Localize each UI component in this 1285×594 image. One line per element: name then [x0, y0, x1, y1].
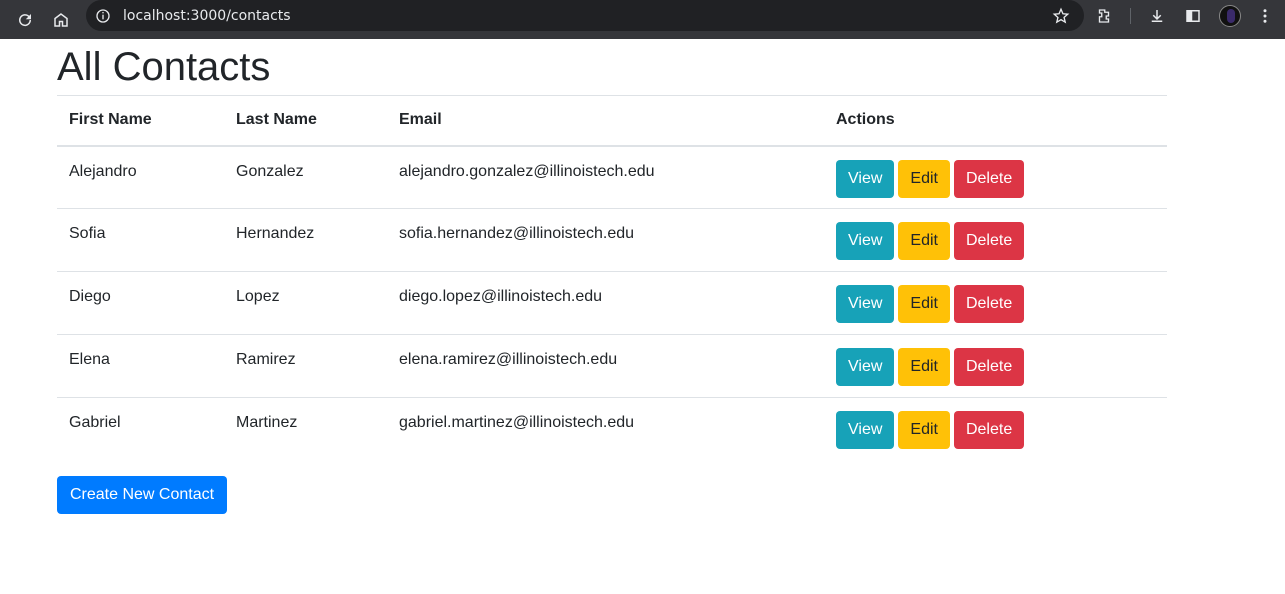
view-button[interactable]: View [836, 159, 895, 198]
page-title: All Contacts [57, 45, 271, 89]
cell-actions: View Edit Delete [824, 334, 1167, 398]
delete-button[interactable]: Delete [953, 348, 1025, 386]
cell-last-name: Hernandez [224, 208, 387, 272]
page-container: All Contacts First Name Last Name Email … [57, 39, 1167, 514]
contacts-table: First Name Last Name Email Actions Aleja… [57, 95, 1167, 461]
edit-button[interactable]: Edit [898, 159, 950, 198]
cell-last-name: Gonzalez [224, 145, 387, 209]
header-actions: Actions [824, 95, 1167, 147]
info-icon[interactable] [95, 8, 111, 24]
cell-first-name: Diego [57, 271, 224, 335]
cell-first-name: Sofia [57, 208, 224, 272]
create-contact-button[interactable]: Create New Contact [57, 476, 228, 514]
view-button[interactable]: View [836, 222, 895, 260]
delete-button[interactable]: Delete [953, 285, 1025, 323]
browser-tools [1094, 0, 1285, 31]
table-row: Diego Lopez diego.lopez@illinoistech.edu… [57, 271, 1167, 335]
cell-first-name: Elena [57, 334, 224, 398]
reload-icon[interactable] [14, 9, 36, 31]
cell-last-name: Martinez [224, 397, 387, 461]
cell-actions: View Edit Delete [824, 145, 1167, 209]
cell-email: sofia.hernandez@illinoistech.edu [387, 208, 824, 272]
cell-email: gabriel.martinez@illinoistech.edu [387, 397, 824, 461]
cell-last-name: Lopez [224, 271, 387, 335]
cell-actions: View Edit Delete [824, 208, 1167, 272]
header-last-name: Last Name [224, 95, 387, 147]
delete-button[interactable]: Delete [953, 411, 1025, 449]
view-button[interactable]: View [836, 348, 895, 386]
edit-button[interactable]: Edit [898, 222, 950, 260]
menu-icon[interactable] [1255, 6, 1275, 26]
star-icon[interactable] [1052, 7, 1070, 25]
table-row: Elena Ramirez elena.ramirez@illinoistech… [57, 334, 1167, 398]
table-header-row: First Name Last Name Email Actions [57, 95, 1167, 147]
table-row: Gabriel Martinez gabriel.martinez@illino… [57, 397, 1167, 461]
edit-button[interactable]: Edit [898, 411, 950, 449]
home-icon[interactable] [50, 9, 72, 31]
url-text[interactable]: localhost:3000/contacts [123, 8, 291, 24]
download-icon[interactable] [1147, 6, 1167, 26]
browser-toolbar: localhost:3000/contacts [0, 0, 1285, 39]
cell-actions: View Edit Delete [824, 271, 1167, 335]
edit-button[interactable]: Edit [898, 348, 950, 386]
view-button[interactable]: View [836, 411, 895, 449]
cell-last-name: Ramirez [224, 334, 387, 398]
cell-first-name: Alejandro [57, 145, 224, 209]
delete-button[interactable]: Delete [953, 159, 1025, 198]
toolbar-divider [1130, 7, 1131, 24]
cell-email: diego.lopez@illinoistech.edu [387, 271, 824, 335]
table-row: Sofia Hernandez sofia.hernandez@illinois… [57, 208, 1167, 272]
table-row: Alejandro Gonzalez alejandro.gonzalez@il… [57, 145, 1167, 209]
view-button[interactable]: View [836, 285, 895, 323]
extensions-icon[interactable] [1094, 6, 1114, 26]
cell-email: alejandro.gonzalez@illinoistech.edu [387, 145, 824, 209]
edit-button[interactable]: Edit [898, 285, 950, 323]
header-first-name: First Name [57, 95, 224, 147]
header-email: Email [387, 95, 824, 147]
cell-actions: View Edit Delete [824, 397, 1167, 461]
delete-button[interactable]: Delete [953, 222, 1025, 260]
avatar[interactable] [1219, 4, 1241, 27]
cell-first-name: Gabriel [57, 397, 224, 461]
address-bar[interactable]: localhost:3000/contacts [86, 0, 1084, 31]
cell-email: elena.ramirez@illinoistech.edu [387, 334, 824, 398]
sidepanel-icon[interactable] [1183, 6, 1203, 26]
